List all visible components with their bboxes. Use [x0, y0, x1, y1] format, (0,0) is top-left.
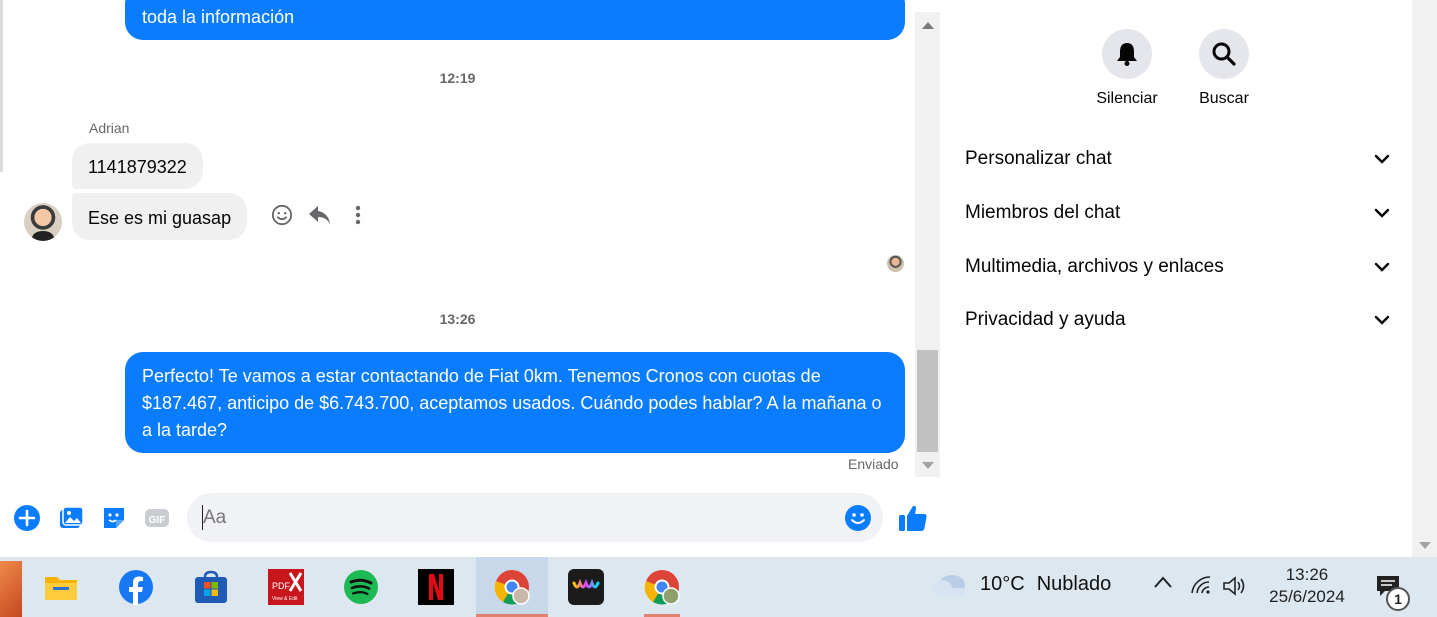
system-clock[interactable]: 13:26 25/6/2024	[1262, 564, 1352, 608]
screen: toda la información 12:19 Adrian 1141879…	[0, 0, 1437, 617]
page-scrollbar[interactable]	[1412, 0, 1437, 557]
message-actions	[270, 202, 370, 228]
section-customize-chat[interactable]: Personalizar chat	[965, 139, 1390, 179]
tool-button[interactable]	[1102, 29, 1152, 79]
scroll-thumb[interactable]	[917, 350, 938, 452]
outgoing-message[interactable]: Perfecto! Te vamos a estar contactando d…	[125, 352, 905, 453]
incoming-message[interactable]: 1141879322	[72, 143, 203, 189]
bell-icon	[1117, 43, 1137, 66]
tool-button[interactable]	[1199, 29, 1249, 79]
volume-icon[interactable]	[1222, 575, 1248, 602]
search-tool[interactable]: Buscar	[1184, 29, 1264, 108]
chevron-down-icon	[1374, 315, 1390, 325]
react-icon[interactable]	[270, 202, 294, 228]
section-label: Personalizar chat	[965, 148, 1112, 169]
weather-temp: 10°C	[980, 572, 1025, 595]
clock-time: 13:26	[1285, 565, 1329, 584]
chevron-up-icon[interactable]	[1153, 575, 1173, 594]
chevron-down-icon	[1374, 154, 1390, 164]
wifi-icon[interactable]	[1190, 575, 1212, 600]
section-label: Multimedia, archivos y enlaces	[965, 256, 1224, 277]
weather-text: Nublado	[1036, 572, 1112, 595]
timestamp: 13:26	[439, 311, 476, 327]
emoji-icon[interactable]	[844, 504, 872, 532]
svg-text:PDF: PDF	[272, 581, 291, 591]
message-status: Enviado	[848, 456, 899, 472]
chat-pane: toda la información 12:19 Adrian 1141879…	[0, 0, 943, 557]
tool-label: Buscar	[1199, 90, 1249, 107]
outgoing-message-previous[interactable]: toda la información	[125, 0, 905, 40]
section-privacy-help[interactable]: Privacidad y ayuda	[965, 300, 1390, 340]
image-icon[interactable]	[57, 504, 85, 532]
message-list[interactable]: toda la información 12:19 Adrian 1141879…	[0, 0, 915, 480]
spotify-icon[interactable]	[325, 557, 397, 617]
chrome-profile-icon[interactable]	[626, 557, 698, 617]
timestamp: 12:19	[439, 70, 476, 86]
mute-tool[interactable]: Silenciar	[1087, 29, 1167, 108]
clock-date: 25/6/2024	[1269, 587, 1345, 606]
message-input[interactable]	[203, 505, 823, 531]
facebook-icon[interactable]	[100, 557, 172, 617]
seen-indicator-avatar	[887, 255, 904, 272]
section-chat-members[interactable]: Miembros del chat	[965, 193, 1390, 233]
cloud-icon	[932, 575, 966, 596]
plus-circle-icon[interactable]	[13, 504, 41, 532]
search-icon	[1212, 42, 1236, 66]
chrome-icon[interactable]	[476, 557, 548, 617]
gif-icon[interactable]: GIF	[143, 504, 171, 532]
scroll-down-icon[interactable]	[922, 462, 934, 469]
sender-avatar[interactable]	[24, 203, 62, 241]
pdfx-icon[interactable]: PDF View & Edit	[250, 557, 322, 617]
chat-scrollbar[interactable]	[915, 12, 940, 477]
desktop-peek[interactable]	[0, 561, 22, 617]
scroll-up-icon[interactable]	[922, 22, 934, 29]
chevron-down-icon	[1374, 208, 1390, 218]
app-icon[interactable]	[550, 557, 622, 617]
netflix-icon[interactable]	[400, 557, 472, 617]
message-input-box[interactable]	[187, 493, 883, 542]
scroll-down-icon[interactable]	[1419, 542, 1431, 549]
tool-label: Silenciar	[1096, 90, 1158, 107]
section-media-files-links[interactable]: Multimedia, archivos y enlaces	[965, 247, 1390, 287]
reply-icon[interactable]	[308, 202, 332, 228]
chevron-down-icon	[1374, 262, 1390, 272]
section-label: Privacidad y ayuda	[965, 309, 1126, 330]
microsoft-store-icon[interactable]	[175, 557, 247, 617]
sticker-icon[interactable]	[100, 504, 128, 532]
taskbar: PDF View & Edit 10°C Nublado 13:26 25/6/…	[0, 557, 1437, 617]
notification-badge: 1	[1386, 587, 1410, 611]
svg-text:GIF: GIF	[149, 515, 166, 526]
sender-name: Adrian	[89, 120, 130, 136]
like-icon[interactable]	[897, 502, 929, 534]
incoming-message[interactable]: Ese es mi guasap	[72, 193, 248, 240]
composer: GIF	[0, 488, 943, 550]
file-explorer-icon[interactable]	[25, 557, 97, 617]
section-label: Miembros del chat	[965, 202, 1121, 223]
svg-text:View & Edit: View & Edit	[272, 596, 298, 602]
weather-widget[interactable]: 10°C Nublado	[930, 571, 1111, 597]
more-options-icon[interactable]	[346, 202, 370, 228]
